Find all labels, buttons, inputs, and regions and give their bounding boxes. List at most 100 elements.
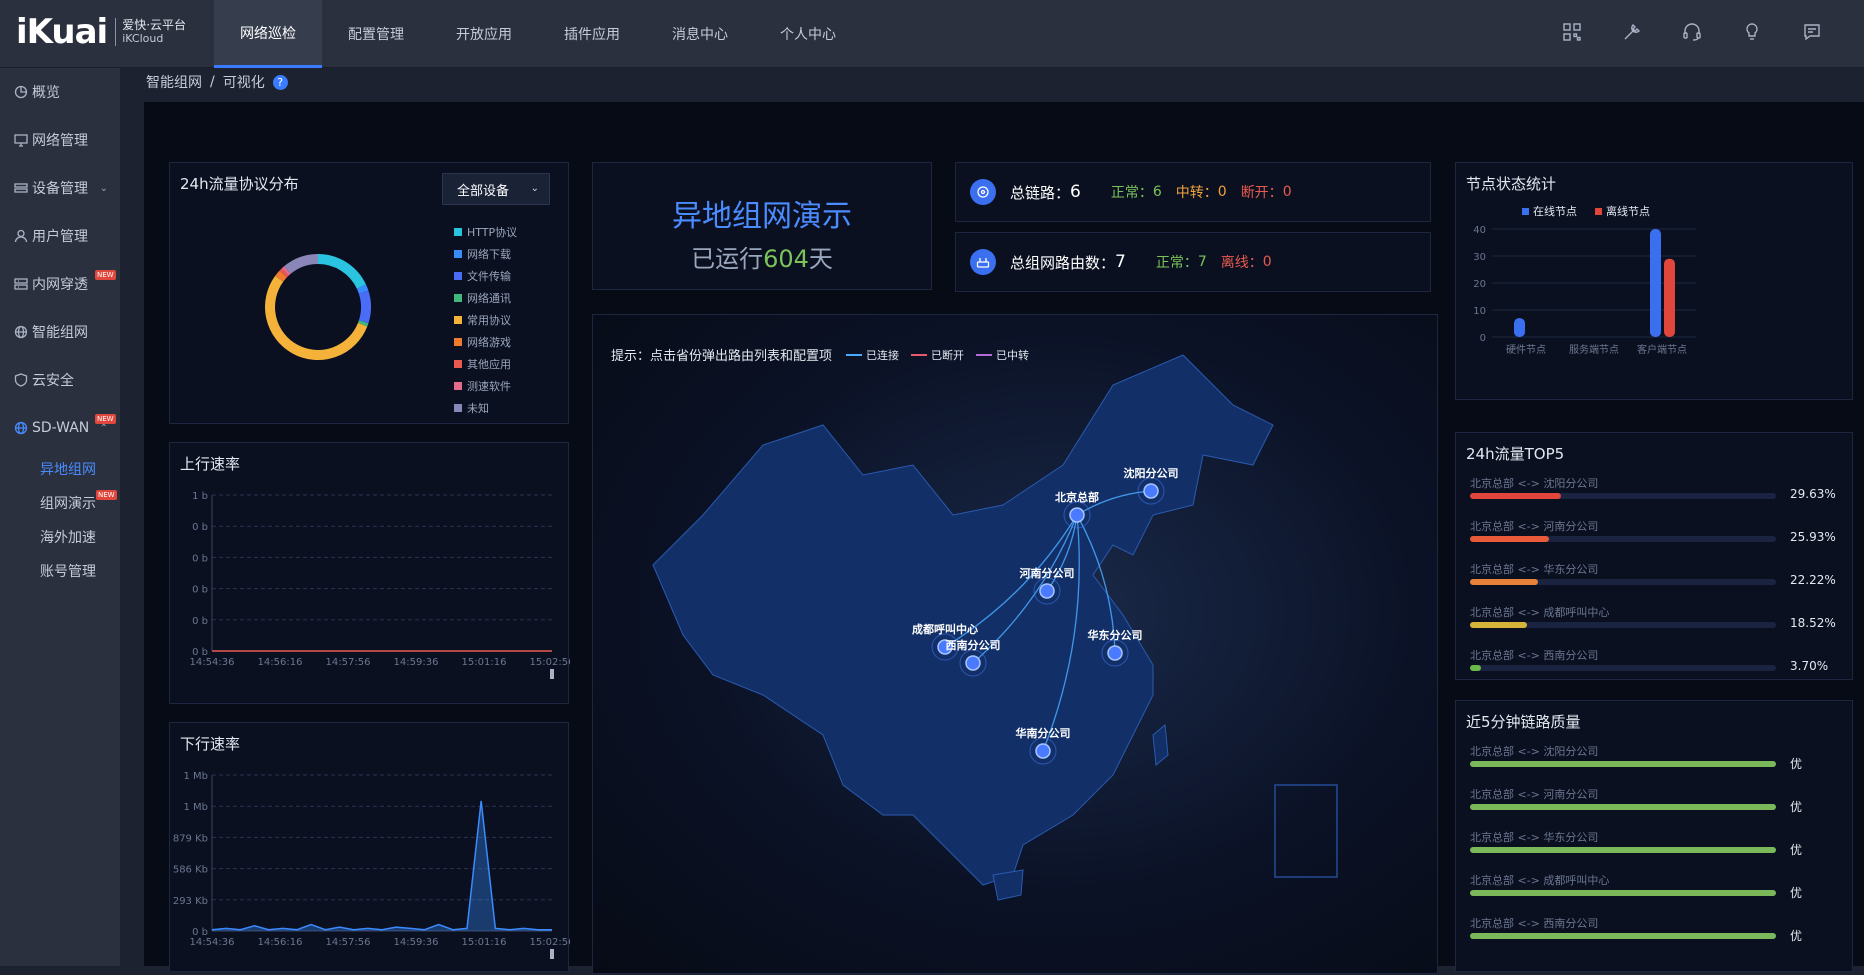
- donut-slice-其他应用[interactable]: [279, 268, 289, 278]
- legend-label: 其他应用: [467, 358, 511, 371]
- globe-icon: [14, 325, 28, 339]
- sidebar-item-overview[interactable]: 概览: [0, 68, 120, 116]
- sidebar-item-sdwan[interactable]: SD-WAN NEW ⌃: [0, 404, 120, 452]
- lightbulb-icon[interactable]: [1740, 20, 1764, 44]
- series-area: [212, 801, 552, 931]
- x-tick-label: 15:02:56: [530, 937, 570, 948]
- link-icon: [970, 179, 996, 205]
- new-badge: NEW: [95, 270, 116, 280]
- nav-config[interactable]: 配置管理: [322, 0, 430, 68]
- bar-在线节点[interactable]: [1514, 318, 1525, 337]
- nav-profile[interactable]: 个人中心: [754, 0, 862, 68]
- nav-network-inspection[interactable]: 网络巡检: [214, 0, 322, 68]
- node-legend-item[interactable]: 在线节点: [1522, 203, 1577, 219]
- legend-label: 未知: [467, 402, 489, 415]
- sidebar-item-label: 设备管理: [32, 181, 88, 197]
- map-island-taiwan[interactable]: [1152, 724, 1169, 766]
- logo[interactable]: iKuai 爱快·云平台 iKCloud: [16, 12, 186, 52]
- nav-messages[interactable]: 消息中心: [646, 0, 754, 68]
- qrcode-icon[interactable]: [1560, 20, 1584, 44]
- legend-item[interactable]: 网络通讯: [454, 287, 517, 309]
- quality-bar-track: [1470, 804, 1776, 810]
- donut-slice-文件传输[interactable]: [358, 290, 371, 324]
- donut-slice-网络通讯[interactable]: [357, 320, 369, 327]
- quality-bar-track: [1470, 761, 1776, 767]
- help-icon[interactable]: ?: [272, 74, 288, 90]
- node-label: 华东分公司: [1088, 628, 1143, 642]
- logo-sub: 爱快·云平台 iKCloud: [115, 18, 186, 46]
- map-island-hainan[interactable]: [992, 869, 1024, 901]
- quality-bar-fill: [1470, 933, 1776, 939]
- donut-slice-网络下载[interactable]: [356, 284, 369, 294]
- legend-item[interactable]: 常用协议: [454, 309, 517, 331]
- donut-slice-常用协议[interactable]: [265, 275, 368, 360]
- bar-在线节点[interactable]: [1650, 229, 1661, 337]
- donut-slice-网络游戏[interactable]: [275, 270, 287, 282]
- node-legend-swatch: [1522, 207, 1529, 215]
- sidebar-item-label: 智能组网: [32, 325, 88, 341]
- top5-percent: 18.52%: [1790, 616, 1836, 630]
- zoom-handle[interactable]: [550, 669, 554, 679]
- legend-swatch: [454, 316, 462, 324]
- top5-label: 北京总部 <-> 华东分公司: [1470, 563, 1599, 576]
- x-tick-label: 14:57:56: [326, 937, 371, 948]
- legend-item[interactable]: 其他应用: [454, 353, 517, 375]
- china-map[interactable]: 北京总部 沈阳分公司河南分公司成都呼叫中心西南分公司 华东分公司华南分公司: [593, 315, 1439, 975]
- legend-item[interactable]: 网络下载: [454, 243, 517, 265]
- monitor-icon: [14, 133, 28, 147]
- x-tick-label: 15:02:56: [530, 657, 570, 668]
- headset-icon[interactable]: [1680, 20, 1704, 44]
- toolbar: [1560, 20, 1824, 44]
- sidebar-sub-overseas[interactable]: 海外加速: [0, 520, 120, 554]
- nav-plugins[interactable]: 插件应用: [538, 0, 646, 68]
- top5-percent: 22.22%: [1790, 573, 1836, 587]
- demo-title: 异地组网演示: [672, 199, 852, 234]
- quality-row: 北京总部 <-> 华东分公司优: [1470, 829, 1832, 857]
- donut-slice-未知[interactable]: [284, 254, 319, 275]
- routers-label: 总组网路由数：: [1010, 253, 1116, 272]
- sidebar-item-devices[interactable]: 设备管理 ⌄: [0, 164, 120, 212]
- x-tick-label: 14:54:36: [190, 937, 235, 948]
- legend-item[interactable]: 测速软件: [454, 375, 517, 397]
- sidebar-sub-accounts[interactable]: 账号管理: [0, 554, 120, 588]
- download-area-chart: 1 Mb1 Mb879 Kb586 Kb293 Kb0 b14:54:36 14:…: [173, 771, 570, 959]
- node-dot: [965, 655, 981, 671]
- sidebar-item-label: 概览: [32, 85, 60, 101]
- top5-bar-track: [1470, 536, 1776, 542]
- top5-row: 北京总部 <-> 沈阳分公司 29.63%: [1470, 475, 1836, 501]
- sidebar-item-label: 内网穿透: [32, 277, 88, 293]
- node-dot: [1039, 583, 1055, 599]
- links-total: 6: [1070, 182, 1081, 202]
- zoom-handle[interactable]: [550, 949, 554, 959]
- sidebar-sub-network-demo[interactable]: 组网演示 NEW: [0, 486, 120, 520]
- device-select[interactable]: 全部设备 ⌄: [442, 173, 550, 205]
- donut-slice-测速软件[interactable]: [281, 266, 291, 276]
- top5-label: 北京总部 <-> 西南分公司: [1470, 649, 1599, 662]
- legend-item[interactable]: 网络游戏: [454, 331, 517, 353]
- sidebar-item-users[interactable]: 用户管理: [0, 212, 120, 260]
- y-tick-label: 293 Kb: [173, 896, 208, 907]
- node-label: 成都呼叫中心: [912, 622, 978, 636]
- legend-item[interactable]: 文件传输: [454, 265, 517, 287]
- message-icon[interactable]: [1800, 20, 1824, 44]
- map-mainland-shape[interactable]: [652, 354, 1274, 886]
- node-legend-item[interactable]: 离线节点: [1595, 203, 1650, 219]
- bar-离线节点[interactable]: [1664, 258, 1675, 337]
- legend-item[interactable]: HTTP协议: [454, 221, 517, 243]
- donut-slice-HTTP协议[interactable]: [317, 254, 366, 289]
- x-tick-label: 14:56:16: [258, 937, 303, 948]
- router-icon: [970, 249, 996, 275]
- sidebar-item-network[interactable]: 网络管理: [0, 116, 120, 164]
- sidebar-item-cloud-security[interactable]: 云安全: [0, 356, 120, 404]
- sidebar-sub-remote-network[interactable]: 异地组网: [0, 452, 120, 486]
- top5-bar-track: [1470, 665, 1776, 671]
- nav-open-apps[interactable]: 开放应用: [430, 0, 538, 68]
- breadcrumb-item[interactable]: 智能组网: [146, 72, 202, 92]
- node-legend-label: 在线节点: [1533, 205, 1577, 218]
- sidebar-item-nat[interactable]: 内网穿透 NEW: [0, 260, 120, 308]
- protocol-donut-chart: [265, 254, 371, 360]
- sidebar-item-smart-network[interactable]: 智能组网: [0, 308, 120, 356]
- legend-label: HTTP协议: [467, 226, 518, 239]
- legend-item[interactable]: 未知: [454, 397, 517, 419]
- tools-icon[interactable]: [1620, 20, 1644, 44]
